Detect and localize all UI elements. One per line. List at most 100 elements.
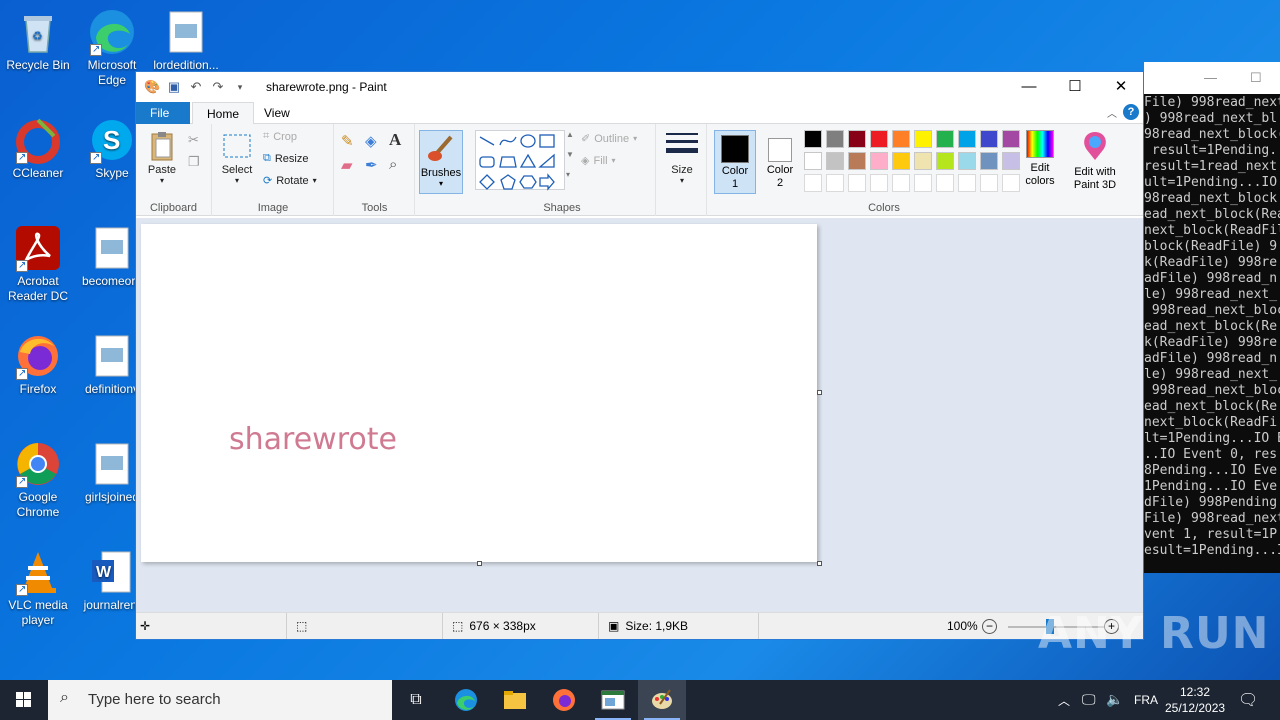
paint-window[interactable]: 🎨 ▣ ↶ ↷ ▾ sharewrote.png - Paint — ☐ ✕ F… (135, 71, 1144, 640)
language-indicator[interactable]: FRA (1134, 693, 1158, 707)
crop-button[interactable]: ⌗ Crop (263, 130, 297, 143)
palette-color-swatch[interactable] (1002, 130, 1020, 148)
palette-custom-slot[interactable] (914, 174, 932, 192)
text-icon[interactable]: A (389, 130, 401, 150)
save-icon[interactable]: ▣ (166, 79, 182, 95)
search-box[interactable]: ⌕ Type here to search (48, 680, 392, 720)
taskbar-file-explorer[interactable] (491, 680, 539, 720)
resize-button[interactable]: ⧉ Resize (263, 152, 308, 165)
copy-icon[interactable]: ❐ (188, 154, 200, 170)
show-hidden-icons[interactable]: ︿ (1058, 692, 1070, 709)
taskbar-paint[interactable] (638, 680, 686, 720)
palette-color-swatch[interactable] (892, 152, 910, 170)
palette-custom-slot[interactable] (980, 174, 998, 192)
rotate-button[interactable]: ⟳ Rotate ▾ (263, 174, 317, 188)
close-button[interactable]: ✕ (1098, 72, 1144, 102)
clock[interactable]: 12:32 25/12/2023 (1165, 684, 1225, 716)
palette-color-swatch[interactable] (914, 152, 932, 170)
select-button[interactable]: Select ▾ (219, 130, 255, 185)
palette-color-swatch[interactable] (914, 130, 932, 148)
palette-color-swatch[interactable] (936, 152, 954, 170)
help-icon[interactable]: ? (1123, 104, 1139, 120)
desktop-icon-lordedition[interactable]: lordedition... (148, 8, 224, 73)
taskbar-edge[interactable] (442, 680, 490, 720)
resize-handle-right[interactable] (817, 390, 822, 395)
palette-custom-slot[interactable] (936, 174, 954, 192)
palette-color-swatch[interactable] (958, 152, 976, 170)
palette-color-swatch[interactable] (804, 152, 822, 170)
start-button[interactable] (0, 680, 48, 720)
palette-color-swatch[interactable] (936, 130, 954, 148)
edit-with-paint3d-button[interactable]: Edit with Paint 3D (1066, 130, 1124, 192)
minimize-button[interactable]: — (1006, 72, 1052, 102)
maximize-icon[interactable]: ☐ (1250, 70, 1262, 86)
notifications-icon[interactable]: 🗨 (1238, 690, 1258, 710)
palette-color-swatch[interactable] (980, 152, 998, 170)
canvas-area[interactable]: sharewrote (136, 218, 1143, 612)
color-picker-icon[interactable]: ✒ (365, 156, 378, 174)
redo-icon[interactable]: ↷ (210, 79, 226, 95)
fill-button[interactable]: ◈ Fill ▾ (581, 154, 616, 168)
pencil-icon[interactable]: ✎ (341, 132, 354, 150)
desktop-icon-ccleaner[interactable]: CCleaner (0, 116, 76, 181)
volume-icon[interactable]: 🔈 (1106, 691, 1123, 708)
palette-custom-slot[interactable] (826, 174, 844, 192)
edit-colors-button[interactable]: Edit colors (1020, 130, 1060, 188)
palette-custom-slot[interactable] (870, 174, 888, 192)
color1-button[interactable]: Color 1 (714, 130, 756, 194)
palette-custom-slot[interactable] (958, 174, 976, 192)
desktop-icon-acrobat[interactable]: Acrobat Reader DC (0, 224, 76, 304)
palette-color-swatch[interactable] (980, 130, 998, 148)
cut-icon[interactable]: ✂ (188, 132, 199, 148)
palette-color-swatch[interactable] (870, 130, 888, 148)
shapes-scroll[interactable]: ▲ ▼ ▾ (566, 130, 576, 190)
console-titlebar[interactable]: — ☐ (1144, 62, 1280, 94)
desktop-icon-label: Acrobat Reader DC (7, 274, 69, 303)
palette-custom-slot[interactable] (892, 174, 910, 192)
brushes-button[interactable]: Brushes ▾ (419, 130, 463, 194)
tab-view[interactable]: View (250, 102, 304, 124)
desktop-icon-chrome[interactable]: Google Chrome (0, 440, 76, 520)
console-window[interactable]: — ☐ File) 998read_next ) 998read_next_bl… (1144, 62, 1280, 573)
color2-button[interactable]: Color 2 (760, 130, 800, 194)
palette-color-swatch[interactable] (870, 152, 888, 170)
size-button[interactable]: Size ▾ (663, 130, 701, 185)
palette-custom-slot[interactable] (804, 174, 822, 192)
palette-color-swatch[interactable] (804, 130, 822, 148)
network-icon[interactable]: 🖵 (1082, 691, 1096, 708)
palette-custom-slot[interactable] (848, 174, 866, 192)
taskbar-document-viewer[interactable] (589, 680, 637, 720)
taskbar-firefox[interactable] (540, 680, 588, 720)
palette-custom-slot[interactable] (1002, 174, 1020, 192)
customize-dropdown-icon[interactable]: ▾ (232, 79, 248, 95)
palette-color-swatch[interactable] (826, 130, 844, 148)
desktop-icon-label: VLC media player (8, 598, 68, 627)
eraser-icon[interactable]: ▰ (341, 156, 353, 174)
resize-handle-bottom[interactable] (477, 561, 482, 566)
magnifier-icon[interactable]: ⌕ (389, 156, 397, 173)
palette-color-swatch[interactable] (892, 130, 910, 148)
paste-button[interactable]: Paste ▾ (144, 130, 180, 185)
drawing-canvas[interactable]: sharewrote (141, 224, 817, 562)
undo-icon[interactable]: ↶ (188, 79, 204, 95)
shapes-gallery[interactable] (475, 130, 565, 191)
tab-home[interactable]: Home (192, 102, 255, 125)
palette-color-swatch[interactable] (826, 152, 844, 170)
palette-color-swatch[interactable] (848, 130, 866, 148)
tab-file[interactable]: File (136, 102, 190, 124)
minimize-icon[interactable]: — (1204, 70, 1217, 85)
desktop-icon-vlc[interactable]: VLC media player (0, 548, 76, 628)
fill-bucket-icon[interactable]: ◈ (365, 132, 377, 150)
titlebar[interactable]: 🎨 ▣ ↶ ↷ ▾ sharewrote.png - Paint — ☐ ✕ (136, 72, 1143, 102)
desktop-icon-recycle-bin[interactable]: ♻ Recycle Bin (0, 8, 76, 73)
palette-color-swatch[interactable] (958, 130, 976, 148)
collapse-ribbon-icon[interactable]: ︿ (1107, 105, 1117, 120)
desktop-icon-firefox[interactable]: Firefox (0, 332, 76, 397)
task-view-button[interactable]: ⧉ (392, 680, 440, 720)
outline-button[interactable]: ✐ Outline ▾ (581, 132, 637, 146)
palette-color-swatch[interactable] (848, 152, 866, 170)
palette-color-swatch[interactable] (1002, 152, 1020, 170)
resize-handle-corner[interactable] (817, 561, 822, 566)
zoom-out-icon[interactable]: − (982, 619, 997, 634)
maximize-button[interactable]: ☐ (1052, 72, 1098, 102)
